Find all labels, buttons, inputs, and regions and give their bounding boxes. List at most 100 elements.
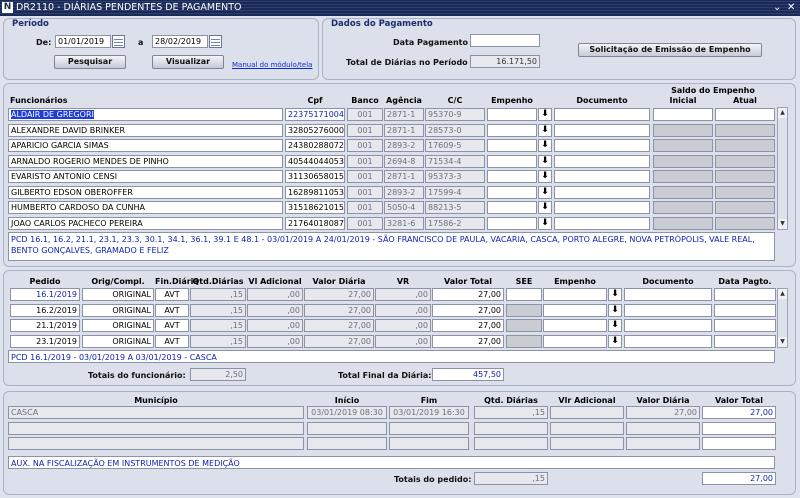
vl-adicional-field: ,00 [247,319,303,332]
qtd-diarias-field: ,15 [190,334,246,348]
solicitacao-empenho-button[interactable]: Solicitação de Emissão de Empenho [578,43,762,57]
cc-field: 88213-5 [425,201,485,214]
pcd-note: PCD 16.1, 16.2, 21.1, 23.1, 23.3, 30.1, … [8,232,775,261]
documento-field[interactable] [554,201,650,214]
minimize-icon[interactable]: ⌄ [773,0,781,16]
download-icon[interactable]: ⬇ [538,201,552,214]
funcionario-name-field[interactable]: ALDAIR DE GREGORI [8,108,283,121]
empenho-field[interactable] [487,139,537,152]
close-icon[interactable]: ✕ [787,0,795,16]
documento-field[interactable] [554,108,650,121]
data-pagto-field[interactable] [714,303,776,317]
funcionario-name-field[interactable]: EVARISTO ANTONIO CENSI [8,170,283,183]
calendar-icon[interactable] [112,35,125,48]
mun-qtd-field: ,15 [474,406,548,419]
empenho-field[interactable] [487,154,537,168]
mun-vladic-header: Vlr Adicional [558,396,616,405]
inicial-header: Inicial [669,96,697,105]
download-icon[interactable]: ⬇ [538,108,552,121]
funcionario-name-field[interactable]: ARNALDO ROGERIO MENDES DE PINHO [8,154,283,168]
scroll-up-icon[interactable]: ▲ [778,289,787,299]
pesquisar-button[interactable]: Pesquisar [54,55,126,69]
orig-header: Orig/Compl. [91,277,145,286]
vr-field: ,00 [375,303,431,317]
see-field [506,288,542,301]
agencia-field: 2871-1 [384,123,424,137]
ped-empenho-field[interactable] [543,303,607,317]
download-icon[interactable]: ⬇ [538,170,552,183]
fin-diaria-field: AVT [155,319,189,332]
saldo-atual-field [715,216,775,230]
visualizar-button[interactable]: Visualizar [152,55,224,69]
data-pagto-field[interactable] [714,319,776,332]
download-icon[interactable]: ⬇ [538,154,552,168]
scroll-down-icon[interactable]: ▼ [778,219,787,229]
ped-empenho-field[interactable] [543,319,607,332]
funcionario-name-field[interactable]: ALEXANDRE DAVID BRINKER [8,123,283,137]
cpf-field[interactable]: 22375171004 [285,108,345,121]
cpf-field[interactable]: 31130658015 [285,170,345,183]
download-icon[interactable]: ⬇ [608,319,622,332]
documento-field[interactable] [554,123,650,137]
empenho-field[interactable] [487,108,537,121]
ped-documento-field[interactable] [624,319,712,332]
download-icon[interactable]: ⬇ [538,216,552,230]
empenho-field[interactable] [487,170,537,183]
ped-documento-field[interactable] [624,334,712,348]
pedido-field[interactable]: 16.1/2019 [10,288,80,301]
data-pagto-field[interactable] [714,288,776,301]
download-icon[interactable]: ⬇ [538,123,552,137]
empenho-field[interactable] [487,201,537,214]
funcionarios-scrollbar[interactable]: ▲ ▼ [777,107,788,230]
calendar-icon[interactable] [209,35,222,48]
pedido-field[interactable]: 21.1/2019 [10,319,80,332]
cpf-field[interactable]: 16289811053 [285,185,345,199]
agencia-field: 2871-1 [384,108,424,121]
documento-field[interactable] [554,154,650,168]
funcionario-name-field[interactable]: JOAO CARLOS PACHECO PEREIRA [8,216,283,230]
banco-field: 001 [347,170,383,183]
cpf-field[interactable]: 40544044053 [285,154,345,168]
documento-field[interactable] [554,185,650,199]
manual-link[interactable]: Manual do módulo/tela [232,61,312,69]
saldo-inicial-field [653,185,713,199]
de-date-input[interactable]: 01/01/2019 [55,35,111,48]
ped-empenho-header: Empenho [554,277,596,286]
cc-field: 28573-0 [425,123,485,137]
cpf-field[interactable]: 31518621015 [285,201,345,214]
data-pagamento-input[interactable] [470,34,540,47]
funcionario-name-field[interactable]: GILBERTO EDSON OBEROFFER [8,185,283,199]
cc-field: 95373-3 [425,170,485,183]
cpf-field[interactable]: 32805276000 [285,123,345,137]
mun-vdiaria-header: Valor Diária [636,396,690,405]
download-icon[interactable]: ⬇ [538,185,552,199]
cpf-field[interactable]: 24380288072 [285,139,345,152]
ped-documento-field[interactable] [624,303,712,317]
vr-field: ,00 [375,334,431,348]
empenho-field[interactable] [487,123,537,137]
cpf-field[interactable]: 21764018087 [285,216,345,230]
saldo-inicial-field [653,139,713,152]
ped-documento-field[interactable] [624,288,712,301]
pedidos-scrollbar[interactable]: ▲ ▼ [777,288,788,348]
data-pagto-field[interactable] [714,334,776,348]
funcionario-name-field[interactable]: HUMBERTO CARDOSO DA CUNHA [8,201,283,214]
pedido-field[interactable]: 23.1/2019 [10,334,80,348]
empenho-field[interactable] [487,185,537,199]
a-date-input[interactable]: 28/02/2019 [152,35,208,48]
documento-field[interactable] [554,139,650,152]
window-title: DR2110 - DIÁRIAS PENDENTES DE PAGAMENTO [16,2,242,13]
download-icon[interactable]: ⬇ [608,334,622,348]
download-icon[interactable]: ⬇ [538,139,552,152]
funcionario-name-field[interactable]: APARICIO GARCIA SIMAS [8,139,283,152]
documento-field[interactable] [554,170,650,183]
scroll-down-icon[interactable]: ▼ [778,337,787,347]
download-icon[interactable]: ⬇ [608,303,622,317]
ped-empenho-field[interactable] [543,288,607,301]
ped-empenho-field[interactable] [543,334,607,348]
scroll-up-icon[interactable]: ▲ [778,108,787,118]
pedido-field[interactable]: 16.2/2019 [10,303,80,317]
download-icon[interactable]: ⬇ [608,288,622,301]
documento-field[interactable] [554,216,650,230]
empenho-field[interactable] [487,216,537,230]
